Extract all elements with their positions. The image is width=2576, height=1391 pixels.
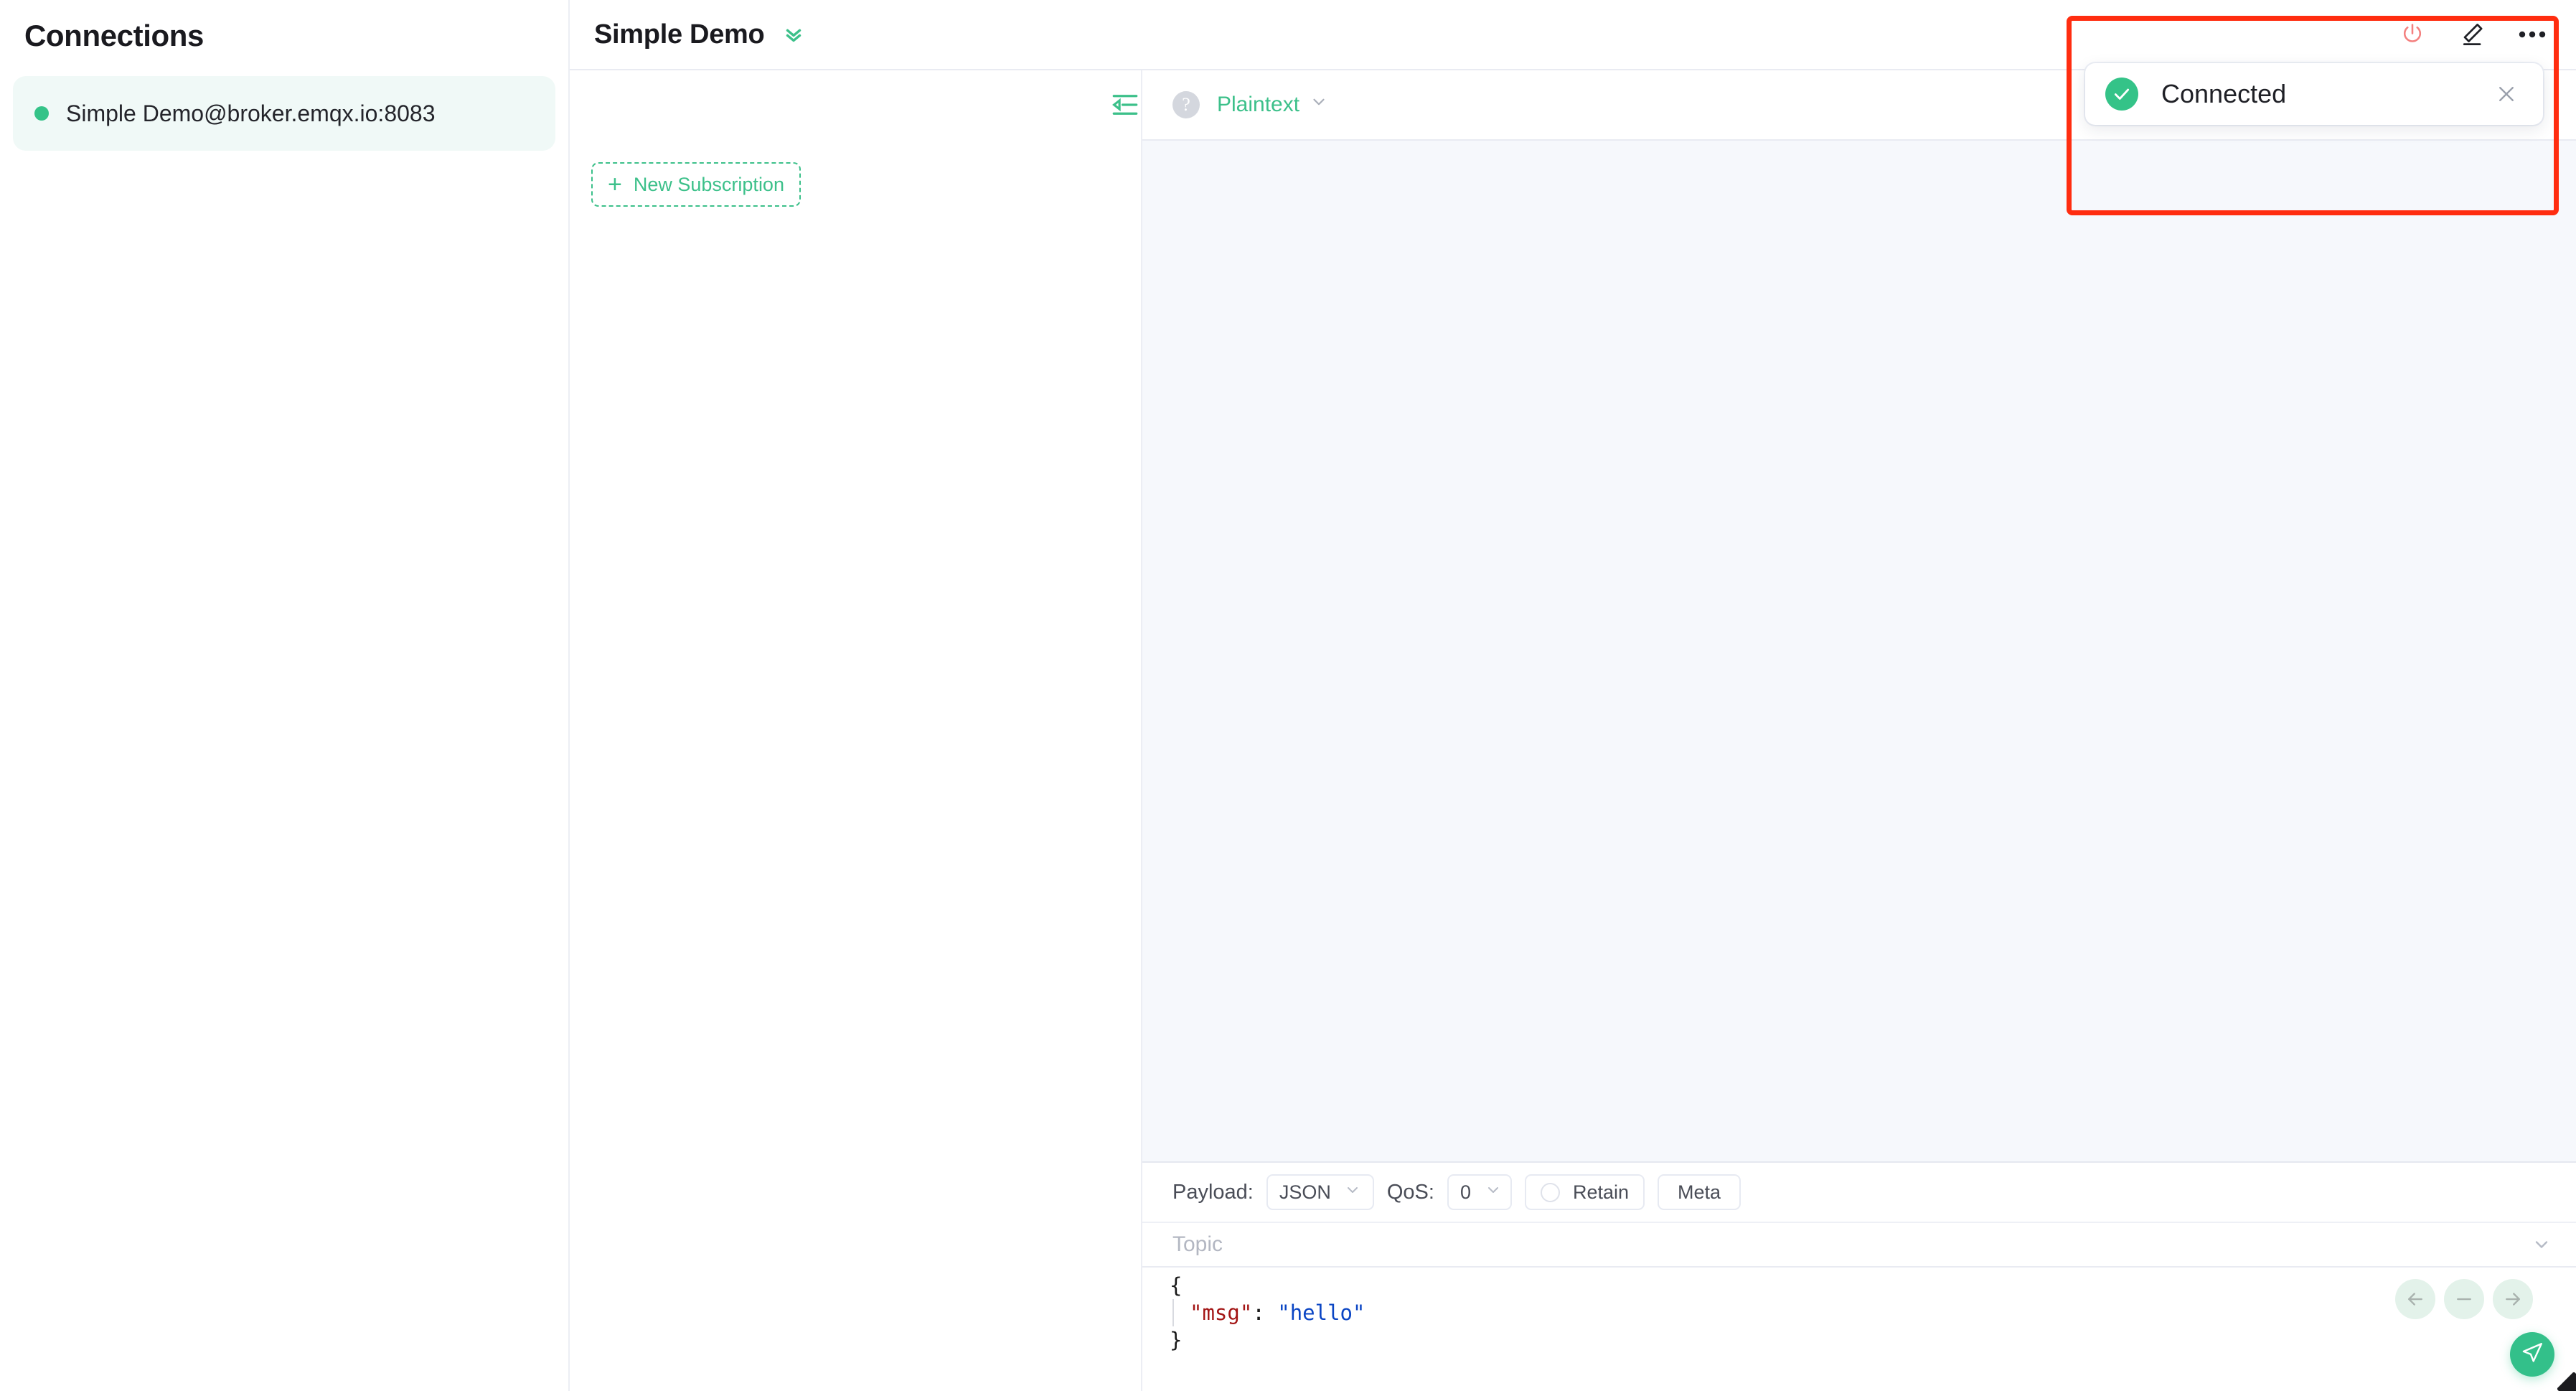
topic-row bbox=[1142, 1223, 2576, 1268]
send-button[interactable] bbox=[2510, 1332, 2554, 1377]
chevron-down-icon bbox=[1310, 93, 1328, 117]
connection-status-dot bbox=[34, 106, 49, 121]
minus-icon[interactable] bbox=[2444, 1279, 2484, 1319]
check-circle-icon bbox=[2105, 78, 2138, 111]
meta-button[interactable]: Meta bbox=[1658, 1174, 1741, 1210]
page-title: Connections bbox=[24, 19, 204, 52]
payload-type-value: JSON bbox=[1279, 1181, 1331, 1203]
collapse-left-icon[interactable] bbox=[1109, 90, 1141, 120]
history-nav bbox=[2395, 1279, 2533, 1319]
payload-editor-content: { "msg": "hello" } bbox=[1170, 1272, 2576, 1354]
retain-label: Retain bbox=[1572, 1181, 1629, 1203]
topic-input[interactable] bbox=[1172, 1223, 2517, 1266]
code-line-3: } bbox=[1170, 1328, 1183, 1352]
qos-label: QoS: bbox=[1386, 1180, 1434, 1204]
publish-bar: Payload: JSON QoS: 0 Retain Meta Topic {… bbox=[1142, 1161, 2576, 1391]
connections-list: Simple Demo@broker.emqx.io:8083 bbox=[0, 76, 568, 151]
pencil-icon[interactable] bbox=[2458, 21, 2486, 48]
send-icon bbox=[2520, 1341, 2544, 1369]
arrow-left-icon[interactable] bbox=[2395, 1279, 2435, 1319]
subscriptions-panel: + New Subscription bbox=[570, 70, 1142, 1391]
qos-value: 0 bbox=[1459, 1181, 1471, 1203]
connection-item-simple-demo[interactable]: Simple Demo@broker.emqx.io:8083 bbox=[13, 76, 555, 151]
payload-format-label: Plaintext bbox=[1217, 93, 1300, 116]
chevron-down-icon[interactable] bbox=[2517, 1235, 2552, 1255]
payload-type-select[interactable]: JSON bbox=[1266, 1174, 1374, 1210]
chevron-double-down-icon[interactable] bbox=[781, 22, 806, 47]
payload-label: Payload: bbox=[1172, 1180, 1254, 1204]
chevron-down-icon bbox=[1485, 1181, 1502, 1204]
qos-select[interactable]: 0 bbox=[1447, 1174, 1512, 1210]
messages-panel: ? Plaintext Payload: JSON QoS: 0 Retain … bbox=[1112, 70, 2576, 1391]
toast-message: Connected bbox=[2161, 79, 2287, 108]
connection-label: Simple Demo@broker.emqx.io:8083 bbox=[66, 100, 436, 126]
connection-header: Simple Demo bbox=[570, 0, 2576, 70]
code-json-value: "hello" bbox=[1277, 1301, 1365, 1325]
new-subscription-button[interactable]: + New Subscription bbox=[591, 162, 801, 207]
ellipsis-icon[interactable] bbox=[2519, 30, 2546, 39]
payload-format-select[interactable]: Plaintext bbox=[1217, 93, 1328, 117]
mqtt-client-window: Connections Simple Demo@broker.emqx.io:8… bbox=[0, 0, 2576, 1391]
retain-checkbox[interactable]: Retain bbox=[1524, 1174, 1645, 1210]
meta-label: Meta bbox=[1678, 1181, 1721, 1203]
code-json-colon: : bbox=[1252, 1301, 1278, 1325]
chevron-down-icon bbox=[1344, 1181, 1361, 1204]
help-icon[interactable]: ? bbox=[1172, 91, 1200, 118]
publish-options: Payload: JSON QoS: 0 Retain Meta bbox=[1142, 1163, 2576, 1223]
plus-icon: + bbox=[608, 171, 622, 198]
close-icon[interactable] bbox=[2491, 79, 2521, 109]
new-subscription-label: New Subscription bbox=[633, 173, 784, 195]
payload-editor[interactable]: { "msg": "hello" } bbox=[1142, 1268, 2576, 1391]
body-split: + New Subscription ? Plaintext Payload: … bbox=[570, 70, 2576, 1391]
messages-list bbox=[1142, 141, 2576, 1161]
power-icon[interactable] bbox=[2399, 22, 2425, 47]
radio-icon bbox=[1540, 1182, 1560, 1202]
window-resize-grip[interactable] bbox=[2557, 1372, 2576, 1391]
code-json-key: "msg" bbox=[1190, 1301, 1253, 1325]
connections-sidebar: Connections Simple Demo@broker.emqx.io:8… bbox=[0, 0, 570, 1391]
toast-notification: Connected bbox=[2085, 63, 2543, 125]
arrow-right-icon[interactable] bbox=[2493, 1279, 2533, 1319]
indent-guide bbox=[1172, 1299, 1174, 1326]
connection-actions bbox=[2399, 21, 2546, 48]
main-area: Simple Demo + New Subscription ? Plainte… bbox=[570, 0, 2576, 1391]
connection-title: Simple Demo bbox=[594, 19, 765, 50]
code-line-1: { bbox=[1170, 1273, 1183, 1298]
